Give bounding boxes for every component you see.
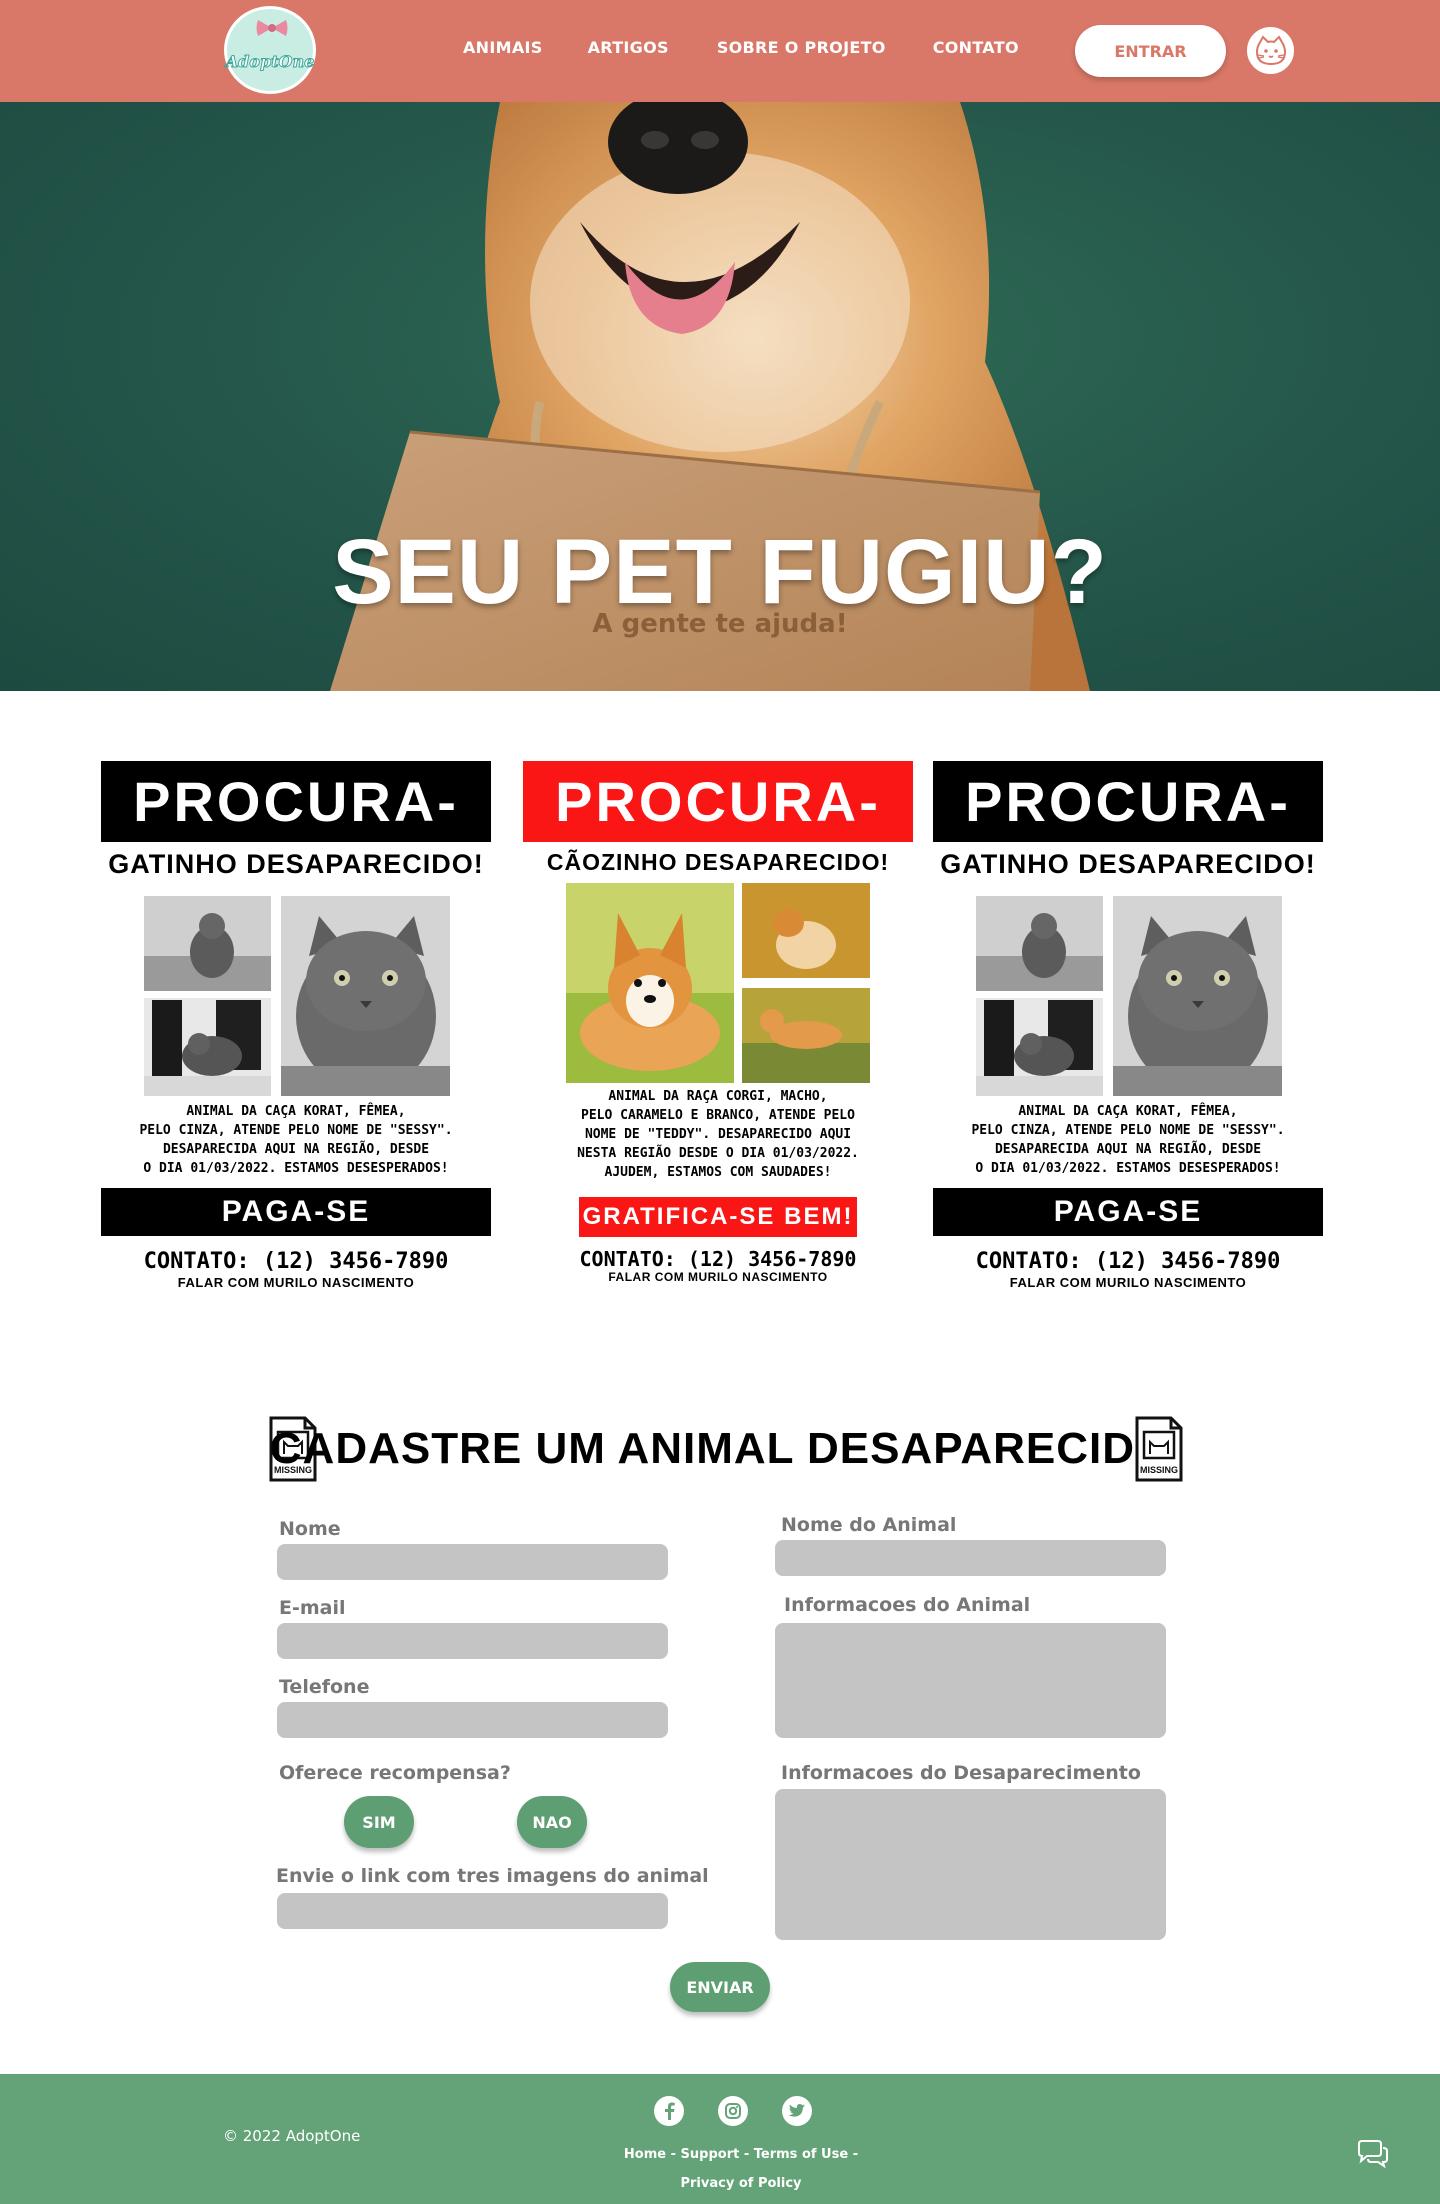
telefone-input[interactable] — [277, 1702, 668, 1738]
nome-label: Nome — [279, 1518, 341, 1540]
twitter-icon — [788, 2104, 805, 2117]
form-title: CADASTRE UM ANIMAL DESAPARECIDO — [269, 1424, 1171, 1473]
dog-photo-collage — [566, 883, 870, 1083]
poster-contact: CONTATO: (12) 3456-7890 — [143, 1249, 449, 1274]
poster-header: PROCURA-SE: — [523, 761, 913, 914]
animal-info-label: Informacoes do Animal — [784, 1594, 1031, 1616]
cat-photo-collage — [976, 896, 1282, 1096]
nome-input[interactable] — [277, 1544, 668, 1580]
poster-reward-banner: PAGA-SE RECOMPENSA! — [101, 1188, 491, 1276]
poster-subheader: CÃOZINHO DESAPARECIDO! — [546, 849, 890, 875]
missing-poster-cat-1[interactable]: PROCURA-SE: GATINHO DESAPARECIDO! ANIMAL… — [101, 761, 491, 1301]
instagram-link[interactable] — [718, 2096, 748, 2126]
email-label: E-mail — [279, 1597, 346, 1619]
footer-links-line-2[interactable]: Privacy of Policy — [600, 2169, 882, 2198]
email-input[interactable] — [277, 1623, 668, 1659]
footer-links: Home - Support - Terms of Use - Privacy … — [600, 2140, 882, 2198]
menu-item-sobre-o-projeto[interactable]: SOBRE O PROJETO — [717, 38, 886, 57]
animal-name-input[interactable] — [775, 1540, 1166, 1576]
poster-header: PROCURA-SE: — [101, 761, 491, 914]
logo-text: AdoptOne — [225, 51, 315, 71]
cat-face-icon — [1255, 34, 1286, 65]
poster-description: ANIMAL DA CAÇA KORAT, FÊMEA, PELO CINZA,… — [139, 1104, 453, 1176]
user-avatar[interactable] — [1245, 25, 1296, 76]
telefone-label: Telefone — [279, 1676, 370, 1698]
poster-subheader: GATINHO DESAPARECIDO! — [940, 849, 1316, 879]
poster-reward-banner: GRATIFICA-SE BEM! — [579, 1197, 857, 1237]
hero-banner: SEU PET FUGIU? A gente te ajuda! — [0, 102, 1440, 691]
top-navbar: AdoptOne ANIMAIS ARTIGOS SOBRE O PROJETO… — [0, 0, 1440, 102]
menu-item-animais[interactable]: ANIMAIS — [463, 38, 543, 57]
twitter-link[interactable] — [782, 2096, 812, 2126]
image-link-input[interactable] — [277, 1893, 668, 1929]
missing-poster-icon: MISSING — [1135, 1416, 1183, 1482]
submit-button[interactable]: ENVIAR — [670, 1962, 770, 2012]
cat-photo-collage — [144, 896, 450, 1096]
poster-contact: CONTATO: (12) 3456-7890 — [579, 1247, 857, 1271]
chat-bubbles-icon[interactable] — [1356, 2140, 1390, 2168]
poster-contact-name: FALAR COM MURILO NASCIMENTO — [608, 1270, 828, 1284]
reward-no-button[interactable]: NAO — [517, 1796, 587, 1848]
animal-info-textarea[interactable] — [775, 1623, 1166, 1738]
poster-description: ANIMAL DA RAÇA CORGI, MACHO, PELO CARAME… — [577, 1089, 859, 1180]
disappearance-info-textarea[interactable] — [775, 1789, 1166, 1940]
footer-links-line-1[interactable]: Home - Support - Terms of Use - — [600, 2140, 882, 2169]
reward-yes-button[interactable]: SIM — [344, 1796, 414, 1848]
menu-item-contato[interactable]: CONTATO — [933, 38, 1019, 57]
recompensa-label: Oferece recompensa? — [279, 1762, 511, 1784]
missing-poster-cat-2[interactable]: PROCURA-SE: GATINHO DESAPARECIDO! ANIMAL… — [933, 761, 1323, 1301]
facebook-icon — [665, 2102, 675, 2120]
animal-name-label: Nome do Animal — [781, 1514, 957, 1536]
missing-icon-label: MISSING — [1140, 1465, 1178, 1475]
disappearance-info-label: Informacoes do Desaparecimento — [781, 1762, 1141, 1784]
bow-icon — [256, 20, 288, 36]
facebook-link[interactable] — [654, 2096, 684, 2126]
copyright-text: © 2022 AdoptOne — [223, 2127, 361, 2145]
poster-description: ANIMAL DA CAÇA KORAT, FÊMEA, PELO CINZA,… — [971, 1104, 1285, 1176]
missing-poster-dog[interactable]: PROCURA-SE: CÃOZINHO DESAPARECIDO! ANIMA… — [523, 761, 913, 1301]
menu-item-artigos[interactable]: ARTIGOS — [588, 38, 669, 57]
login-button[interactable]: ENTRAR — [1075, 25, 1226, 77]
poster-contact: CONTATO: (12) 3456-7890 — [975, 1249, 1281, 1274]
hero-subtitle: A gente te ajuda! — [592, 609, 848, 639]
footer: © 2022 AdoptOne Home - Support - Terms o… — [0, 2074, 1440, 2204]
poster-contact-name: FALAR COM MURILO NASCIMENTO — [1009, 1275, 1247, 1290]
poster-subheader: GATINHO DESAPARECIDO! — [108, 849, 484, 879]
poster-header: PROCURA-SE: — [933, 761, 1323, 914]
instagram-icon — [725, 2103, 741, 2119]
poster-reward-banner: PAGA-SE RECOMPENSA! — [933, 1188, 1323, 1276]
poster-contact-name: FALAR COM MURILO NASCIMENTO — [177, 1275, 415, 1290]
image-link-label: Envie o link com tres imagens do animal — [276, 1865, 709, 1887]
main-menu: ANIMAIS ARTIGOS SOBRE O PROJETO CONTATO — [463, 38, 1064, 57]
adoptone-logo[interactable]: AdoptOne — [224, 6, 316, 94]
